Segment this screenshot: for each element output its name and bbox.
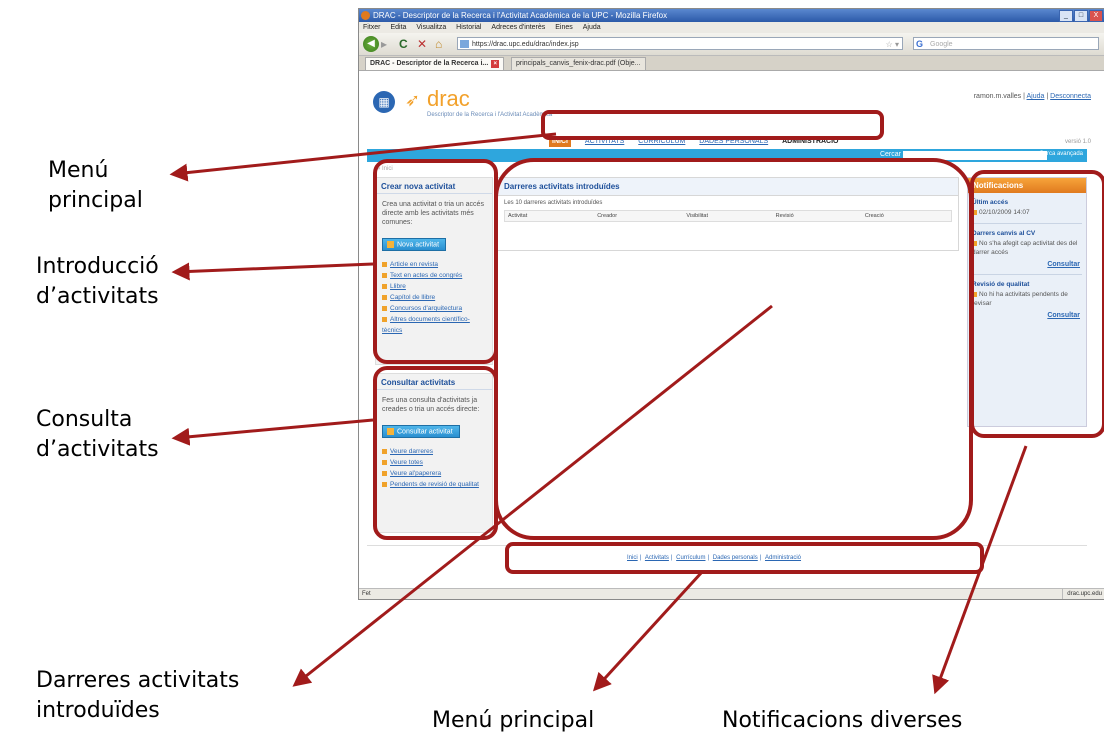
annotation-main-menu: Menú principal	[48, 158, 143, 213]
menu-help[interactable]: Ajuda	[583, 24, 601, 31]
minimize-button[interactable]: _	[1059, 10, 1073, 22]
menu-view[interactable]: Visualitza	[416, 24, 446, 31]
user-name: ramon.m.valles	[973, 93, 1022, 100]
back-arrow-icon[interactable]: ◀	[363, 36, 379, 52]
browser-tab-drac[interactable]: DRAC - Descriptor de la Recerca i... ×	[365, 57, 505, 70]
window-titlebar: DRAC - Descriptor de la Recerca i l'Acti…	[359, 9, 1104, 22]
stop-icon[interactable]: ✕	[417, 36, 427, 52]
upc-logo-icon[interactable]: ▦	[373, 91, 395, 113]
highlight-latest-activities	[494, 158, 973, 540]
firefox-icon	[361, 11, 370, 21]
menu-bookmarks[interactable]: Adreces d'interès	[491, 24, 545, 31]
browser-tabbar: DRAC - Descriptor de la Recerca i... × pr…	[359, 56, 1104, 71]
highlight-notifications	[970, 170, 1104, 438]
window-controls: _ □ X	[1059, 10, 1103, 22]
window-title: DRAC - Descriptor de la Recerca i l'Acti…	[373, 11, 668, 20]
reload-icon[interactable]: C	[399, 36, 408, 52]
search-label: Cercar	[879, 151, 901, 158]
annotation-footer-menu: Menú principal	[432, 708, 595, 733]
arrow-create-activity	[171, 262, 374, 281]
menu-file[interactable]: Fitxer	[363, 24, 381, 31]
google-icon: G	[916, 39, 924, 49]
drac-bird-icon: ➶	[405, 90, 421, 110]
highlight-main-menu	[541, 110, 884, 140]
status-text: Fet	[362, 591, 371, 597]
arrow-consult-activities	[171, 418, 374, 446]
menu-history[interactable]: Historial	[456, 24, 481, 31]
tab-close-icon[interactable]: ×	[491, 60, 500, 68]
status-bar: Fet drac.upc.edu	[359, 588, 1104, 599]
browser-search-input[interactable]: G Google	[913, 37, 1099, 50]
url-input[interactable]: https://drac.upc.edu/drac/index.jsp ☆ ▾	[457, 37, 903, 50]
advanced-search-link[interactable]: Cerca avançada	[1039, 151, 1083, 157]
close-button[interactable]: X	[1089, 10, 1103, 22]
logout-link[interactable]: Desconnecta	[1050, 93, 1091, 100]
browser-toolbar: ◀ ▸ C ✕ ⌂ https://drac.upc.edu/drac/inde…	[359, 33, 1104, 56]
annotation-activity-consult: Consulta d’activitats	[36, 407, 159, 462]
menu-tools[interactable]: Eines	[555, 24, 573, 31]
annotation-latest-activities: Darreres activitats introduïdes	[36, 668, 240, 723]
site-logo-subtitle: Descriptor de la Recerca i l'Activitat A…	[427, 112, 553, 118]
maximize-button[interactable]: □	[1074, 10, 1088, 22]
browser-menubar: Fitxer Edita Visualitza Historial Adrece…	[359, 22, 1104, 33]
annotation-activity-intro: Introducció d’activitats	[36, 254, 159, 309]
help-link[interactable]: Ajuda	[1027, 93, 1045, 100]
browser-search-placeholder: Google	[930, 41, 953, 48]
version-label: versió 1.0	[1064, 139, 1091, 145]
top-links: ramon.m.valles | Ajuda | Desconnecta	[973, 93, 1091, 100]
url-text: https://drac.upc.edu/drac/index.jsp	[472, 41, 579, 48]
highlight-footer-menu	[505, 542, 984, 574]
highlight-consult-activities	[373, 366, 498, 540]
browser-tab-label: principals_canvis_fenix-drac.pdf (Obje..…	[516, 60, 641, 67]
home-icon[interactable]: ⌂	[435, 36, 442, 52]
annotation-notifications: Notificacions diverses	[722, 708, 963, 733]
highlight-create-activity	[373, 159, 498, 364]
bookmark-star-icon[interactable]: ☆ ▾	[886, 38, 899, 51]
status-host: drac.upc.edu	[1062, 589, 1102, 599]
forward-arrow-icon[interactable]: ▸	[381, 36, 387, 52]
browser-tab-pdf[interactable]: principals_canvis_fenix-drac.pdf (Obje..…	[511, 57, 646, 70]
browser-tab-label: DRAC - Descriptor de la Recerca i...	[370, 60, 489, 67]
site-identity-icon[interactable]	[460, 40, 469, 48]
site-logo-text[interactable]: drac	[427, 87, 470, 111]
menu-edit[interactable]: Edita	[390, 24, 406, 31]
